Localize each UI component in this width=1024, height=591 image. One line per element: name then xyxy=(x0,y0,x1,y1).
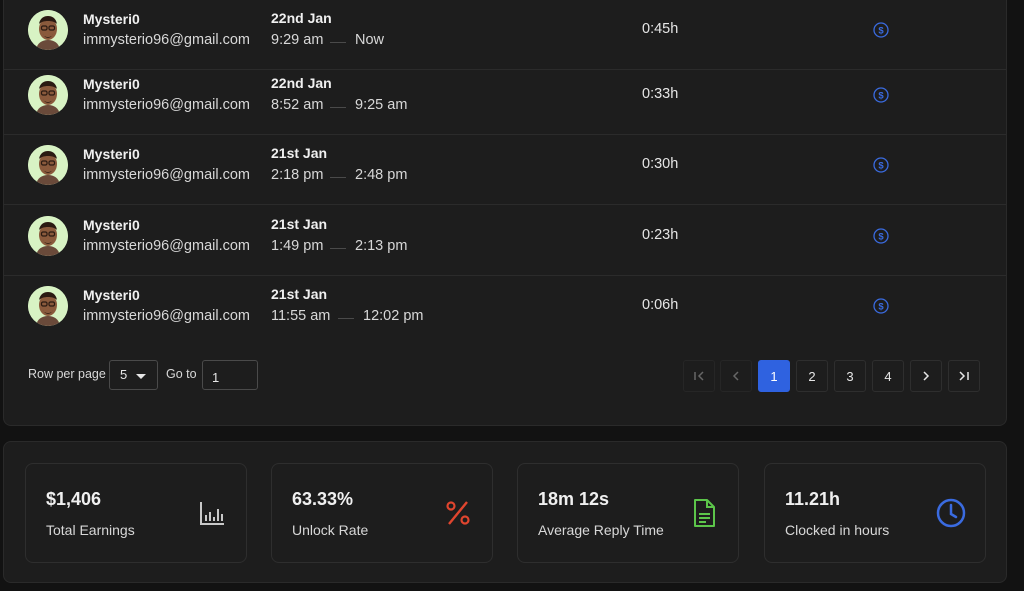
stat-label: Clocked in hours xyxy=(785,522,890,538)
svg-text:$: $ xyxy=(878,301,884,312)
stats-panel: $1,406 Total Earnings 63.33% Unlock Rate… xyxy=(3,441,1007,583)
session-duration: 0:33h xyxy=(642,86,679,102)
chevron-left-icon xyxy=(732,371,739,381)
avatar-face-icon xyxy=(28,9,68,50)
session-end-time: 9:25 am xyxy=(355,97,408,113)
page-button-4[interactable]: 4 xyxy=(872,360,904,392)
table-row[interactable]: Mysteri0 immysterio96@gmail.com 21st Jan 11… xyxy=(4,276,1006,346)
document-icon xyxy=(694,499,715,527)
session-start-time: 9:29 am xyxy=(271,31,324,48)
next-page-button[interactable] xyxy=(910,360,942,392)
session-date: 21st Jan xyxy=(271,285,328,302)
session-date: 22nd Jan xyxy=(271,9,332,26)
session-duration: 0:30h xyxy=(642,156,679,172)
session-date: 21st Jan xyxy=(271,145,328,161)
session-duration: 0:06h xyxy=(642,296,679,313)
stat-card-total-earnings: $1,406 Total Earnings xyxy=(25,463,247,563)
page-button-2[interactable]: 2 xyxy=(796,360,828,392)
stat-value: 11.21h xyxy=(785,489,841,509)
dollar-coin-icon[interactable]: $ xyxy=(873,227,889,244)
sessions-table: Mysteri0 immysterio96@gmail.com 22nd Jan 9:… xyxy=(3,0,1007,426)
stat-label: Average Reply Time xyxy=(538,522,664,538)
rows-per-page-select[interactable]: 5 xyxy=(109,360,158,390)
user-name: Mysteri0 xyxy=(83,10,140,27)
user-email: immysterio96@gmail.com xyxy=(83,237,251,254)
svg-text:$: $ xyxy=(878,231,884,242)
session-start-time: 11:55 am xyxy=(271,307,331,324)
table-row[interactable]: Mysteri0 immysterio96@gmail.com 22nd Jan 9:… xyxy=(4,0,1006,70)
user-email: immysterio96@gmail.com xyxy=(83,97,251,113)
stat-value: 63.33% xyxy=(292,489,354,509)
page-button-1[interactable]: 1 xyxy=(758,360,790,392)
session-end-time: 2:48 pm xyxy=(355,167,408,183)
user-email: immysterio96@gmail.com xyxy=(83,31,251,48)
user-name: Mysteri0 xyxy=(83,216,140,233)
avatar xyxy=(28,215,68,256)
time-separator xyxy=(330,177,346,178)
percent-icon xyxy=(446,501,470,525)
dollar-coin-icon[interactable]: $ xyxy=(873,21,889,38)
avatar xyxy=(28,285,68,326)
page-button-3[interactable]: 3 xyxy=(834,360,866,392)
session-date: 22nd Jan xyxy=(271,75,332,91)
user-email: immysterio96@gmail.com xyxy=(83,307,251,324)
session-duration: 0:45h xyxy=(642,20,679,37)
avatar xyxy=(28,9,68,50)
svg-text:$: $ xyxy=(878,161,884,172)
clock-icon xyxy=(936,498,966,528)
session-end-time: 2:13 pm xyxy=(355,237,408,254)
pagination-bar: Row per page 5 Go to 1 2 3 4 xyxy=(4,360,1006,400)
table-row[interactable]: Mysteri0 immysterio96@gmail.com 21st Jan 1:… xyxy=(4,206,1006,276)
table-row[interactable]: Mysteri0 immysterio96@gmail.com 21st Jan 2:… xyxy=(4,135,1006,205)
first-page-icon xyxy=(694,371,704,381)
goto-page-input[interactable] xyxy=(202,360,258,390)
session-duration: 0:23h xyxy=(642,226,679,243)
avatar xyxy=(28,145,68,185)
time-separator xyxy=(330,41,346,43)
goto-label: Go to xyxy=(166,367,197,381)
dollar-coin-icon[interactable]: $ xyxy=(873,157,889,173)
time-separator xyxy=(338,317,354,319)
stat-card-clocked-hours: 11.21h Clocked in hours xyxy=(764,463,986,563)
session-end-time: 12:02 pm xyxy=(363,307,424,324)
stat-label: Total Earnings xyxy=(46,522,135,538)
avatar xyxy=(28,75,68,115)
time-separator xyxy=(330,107,346,108)
dollar-coin-icon[interactable]: $ xyxy=(873,297,889,314)
caret-down-icon xyxy=(136,374,146,379)
rows-per-page-label: Row per page xyxy=(28,367,106,381)
last-page-button[interactable] xyxy=(948,360,980,392)
rows-per-page-value: 5 xyxy=(120,367,128,382)
user-email: immysterio96@gmail.com xyxy=(83,167,251,183)
stat-value: 18m 12s xyxy=(538,489,610,509)
user-name: Mysteri0 xyxy=(83,146,140,162)
svg-text:$: $ xyxy=(878,91,884,102)
prev-page-button[interactable] xyxy=(720,360,752,392)
user-name: Mysteri0 xyxy=(83,76,140,92)
time-separator xyxy=(330,247,346,249)
dollar-coin-icon[interactable]: $ xyxy=(873,87,889,103)
last-page-icon xyxy=(959,371,969,381)
avatar-face-icon xyxy=(28,75,68,115)
table-row[interactable]: Mysteri0 immysterio96@gmail.com 22nd Jan 8:… xyxy=(4,65,1006,135)
session-start-time: 8:52 am xyxy=(271,97,324,113)
session-date: 21st Jan xyxy=(271,215,328,232)
stat-label: Unlock Rate xyxy=(292,522,369,538)
session-start-time: 1:49 pm xyxy=(271,237,324,254)
stat-card-average-reply-time: 18m 12s Average Reply Time xyxy=(517,463,739,563)
avatar-face-icon xyxy=(28,215,68,256)
session-start-time: 2:18 pm xyxy=(271,167,324,183)
avatar-face-icon xyxy=(28,285,68,326)
bar-chart-icon xyxy=(200,502,224,525)
stat-card-unlock-rate: 63.33% Unlock Rate xyxy=(271,463,493,563)
svg-text:$: $ xyxy=(878,25,884,36)
session-end-time: Now xyxy=(355,31,385,48)
stat-value: $1,406 xyxy=(46,489,102,509)
avatar-face-icon xyxy=(28,145,68,185)
user-name: Mysteri0 xyxy=(83,286,140,303)
first-page-button[interactable] xyxy=(683,360,715,392)
chevron-right-icon xyxy=(923,371,930,381)
